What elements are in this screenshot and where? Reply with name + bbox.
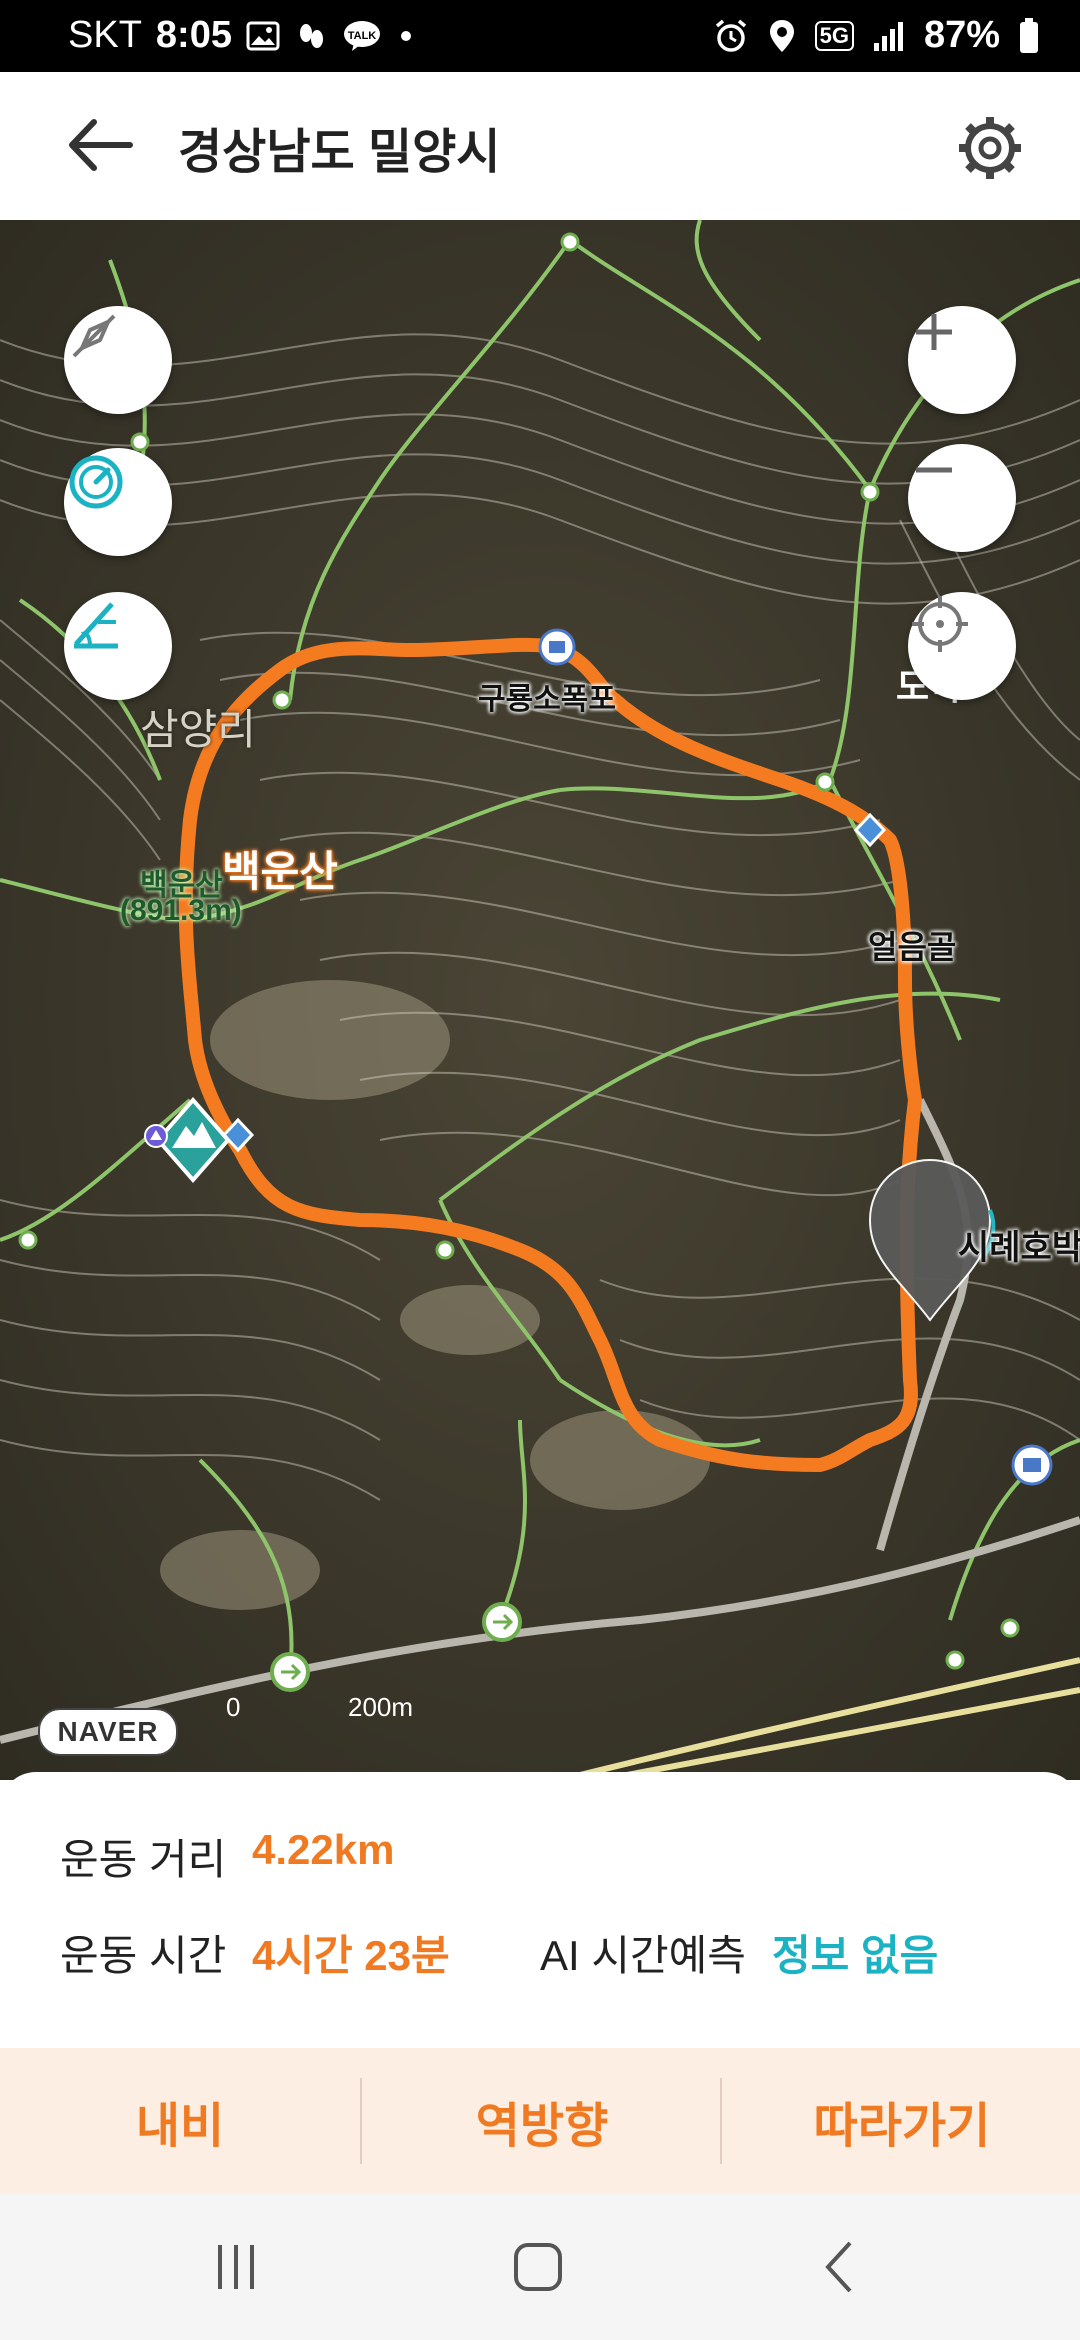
dot-icon: [400, 30, 411, 41]
back-icon: [825, 2241, 852, 2293]
home-button[interactable]: [438, 2194, 638, 2340]
reverse-button[interactable]: 역방향: [362, 2048, 722, 2194]
battery-icon: [1020, 17, 1038, 53]
speedometer-icon: [69, 455, 123, 509]
museum-label: 시례호박: [958, 1229, 1080, 1267]
back-arrow-icon[interactable]: [60, 110, 140, 180]
scale-start: 0: [226, 1692, 241, 1722]
zoom-in-button[interactable]: [908, 306, 1016, 414]
zoom-out-button[interactable]: [908, 444, 1016, 552]
stats-panel: 운동 거리 4.22km 운동 시간 4시간 23분 AI 시간예측 정보 없음: [0, 1772, 1080, 2052]
battery-label: 87%: [923, 14, 1000, 56]
system-nav-bar: [0, 2194, 1080, 2340]
zoom-in-icon: [916, 314, 952, 350]
compass-off-button[interactable]: [64, 306, 172, 414]
time-label: 운동 시간: [60, 1932, 227, 1979]
gallery-icon: [246, 21, 280, 50]
time-value: 4시간 23분: [252, 1932, 450, 1979]
shelter-label: 구룡소폭포: [478, 683, 616, 716]
map-view[interactable]: 구룡소폭포 삼양리 백운산 백운산 (891.3m) 얼음골 시례호박 도착 N…: [0, 220, 1080, 1780]
system-back-button[interactable]: [740, 2194, 940, 2340]
distance-label: 운동 거리: [60, 1836, 227, 1883]
page-title: 경상남도 밀양시: [178, 126, 501, 179]
ai-prediction-label: AI 시간예측: [540, 1932, 746, 1979]
action-bar: 내비 역방향 따라가기: [0, 2048, 1080, 2194]
speedometer-button[interactable]: [64, 448, 172, 556]
slope-button[interactable]: [64, 592, 172, 700]
scale-end: 200m: [348, 1692, 414, 1722]
compass-off-icon: [72, 314, 116, 358]
distance-value: 4.22km: [252, 1826, 395, 1873]
alarm-icon: [715, 19, 746, 52]
app-bar: 경상남도 밀양시: [0, 72, 1080, 220]
home-icon: [514, 2243, 562, 2291]
carrier-label: SKT: [68, 14, 142, 56]
zoom-out-icon: [916, 467, 952, 473]
status-bar: SKT 8:05 TALK 5G 87%: [0, 0, 1080, 72]
gear-icon[interactable]: [950, 110, 1030, 186]
svg-text:TALK: TALK: [348, 30, 377, 42]
follow-button[interactable]: 따라가기: [722, 2048, 1080, 2194]
naver-logo: NAVER: [38, 1708, 178, 1756]
location-icon: [769, 19, 794, 52]
village-label: 삼양리: [140, 706, 256, 753]
locate-icon: [912, 596, 968, 652]
recent-apps-button[interactable]: [136, 2194, 336, 2340]
time-label: 8:05: [155, 14, 232, 56]
kakaotalk-icon: TALK: [343, 20, 380, 51]
peak-name-label: 백운산: [222, 848, 338, 895]
recent-apps-icon: [218, 2245, 254, 2289]
signal-icon: [873, 21, 903, 51]
footprint-icon: [299, 23, 323, 48]
network-label: 5G: [814, 20, 854, 51]
destination-label: 얼음골: [868, 929, 957, 965]
navigation-button[interactable]: 내비: [0, 2048, 360, 2194]
locate-button[interactable]: [908, 592, 1016, 700]
slope-icon: [74, 602, 118, 649]
peak-info-height: (891.3m): [120, 894, 242, 927]
ai-prediction-value: 정보 없음: [772, 1932, 939, 1979]
